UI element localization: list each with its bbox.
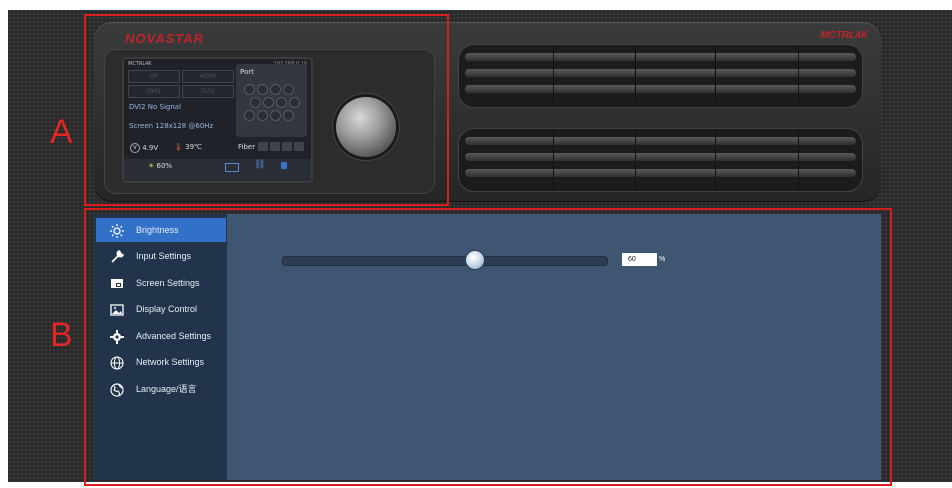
- top-margin: [0, 0, 952, 10]
- vent-lower: [458, 128, 863, 192]
- left-margin: [0, 0, 8, 488]
- vent-upper: [458, 44, 863, 108]
- vent-divider: [553, 129, 554, 191]
- region-a-outline: [84, 14, 449, 206]
- vent-divider: [715, 45, 716, 107]
- region-a-marker: A: [50, 113, 73, 151]
- vent-divider: [635, 45, 636, 107]
- vent-divider: [798, 45, 799, 107]
- model-label: MCTRL4K: [820, 30, 868, 41]
- vent-divider: [635, 129, 636, 191]
- vent-divider: [798, 129, 799, 191]
- vent-divider: [553, 45, 554, 107]
- region-b-outline: [84, 208, 892, 486]
- region-b-marker: B: [50, 316, 73, 354]
- vent-divider: [715, 129, 716, 191]
